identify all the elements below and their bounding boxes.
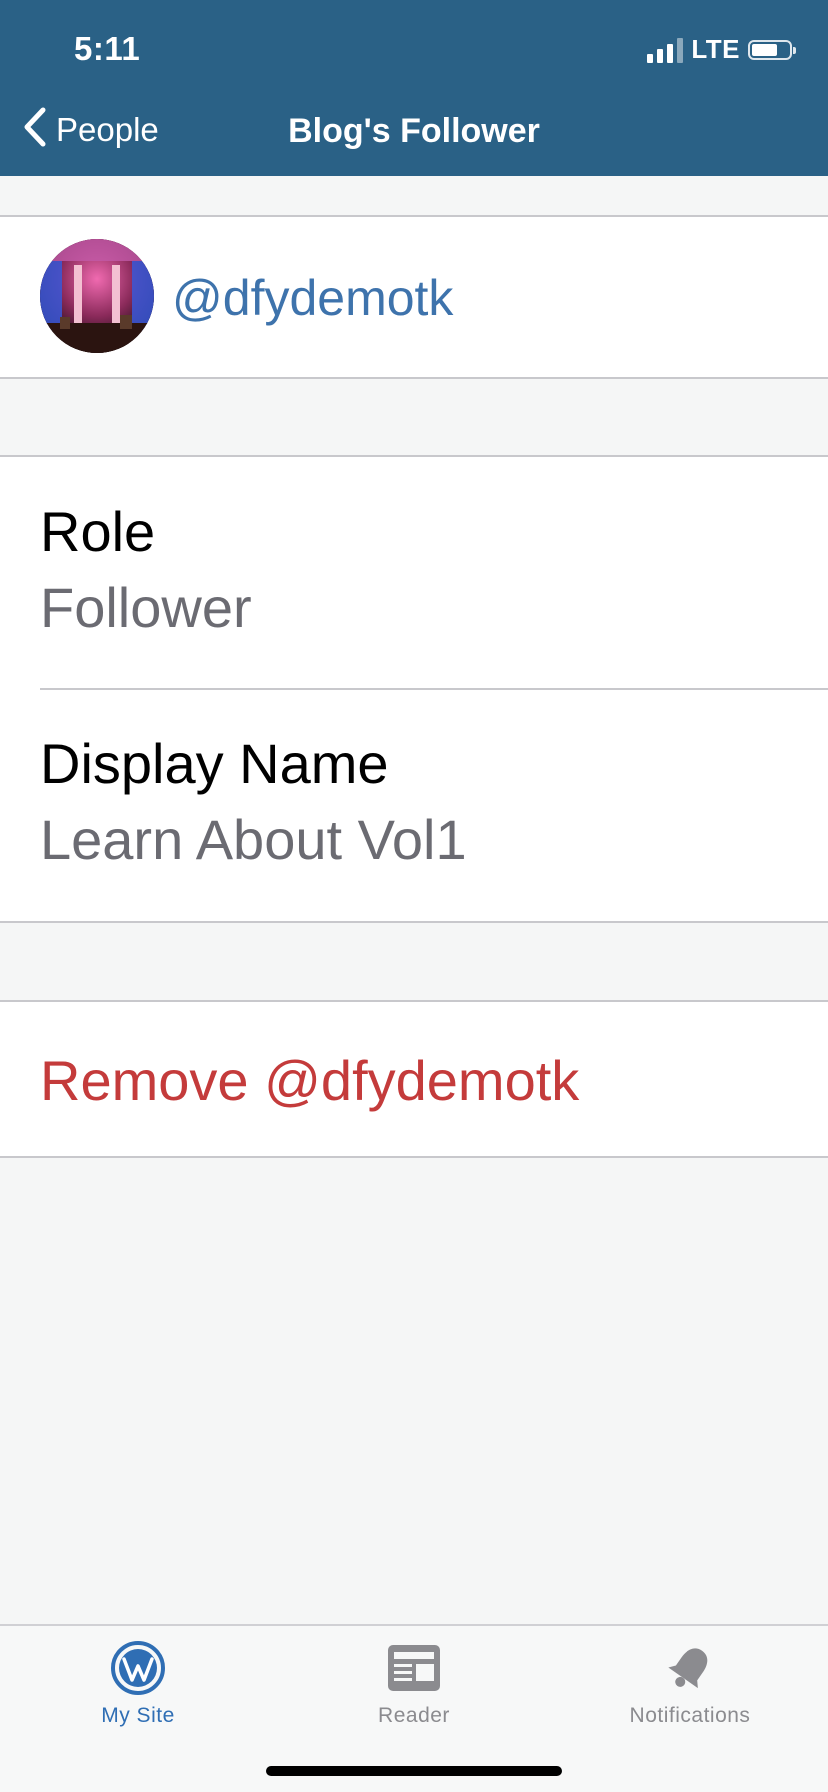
remove-user-label: Remove @dfydemotk bbox=[40, 1049, 580, 1112]
remove-user-button[interactable]: Remove @dfydemotk bbox=[0, 1000, 828, 1158]
role-label: Role bbox=[40, 500, 156, 563]
signal-strength-icon bbox=[647, 37, 684, 63]
tab-my-site-label: My Site bbox=[101, 1704, 175, 1727]
tab-notifications[interactable]: Notifications bbox=[552, 1640, 828, 1728]
user-profile-row: @dfydemotk bbox=[0, 215, 828, 379]
bell-icon bbox=[552, 1640, 828, 1696]
navigation-header: 5:11 LTE People Blog's Follower bbox=[0, 0, 828, 176]
home-indicator bbox=[266, 1766, 562, 1776]
avatar bbox=[40, 239, 154, 353]
tab-notifications-label: Notifications bbox=[629, 1704, 751, 1727]
tab-reader[interactable]: Reader bbox=[276, 1640, 552, 1728]
display-name-value: Learn About Vol1 bbox=[40, 808, 467, 871]
network-type: LTE bbox=[691, 34, 740, 64]
status-time: 5:11 bbox=[74, 30, 141, 67]
wordpress-icon bbox=[0, 1640, 276, 1696]
page-title: Blog's Follower bbox=[288, 112, 540, 150]
details-section: Role Follower Display Name Learn About V… bbox=[0, 455, 828, 923]
tab-reader-label: Reader bbox=[378, 1704, 450, 1727]
username[interactable]: @dfydemotk bbox=[172, 269, 453, 327]
role-value: Follower bbox=[40, 576, 252, 639]
reader-icon bbox=[276, 1640, 552, 1696]
tab-my-site[interactable]: My Site bbox=[0, 1640, 276, 1728]
status-indicators: LTE bbox=[647, 34, 796, 65]
battery-icon bbox=[748, 39, 796, 60]
display-name-label: Display Name bbox=[40, 732, 389, 795]
row-divider bbox=[40, 688, 828, 690]
